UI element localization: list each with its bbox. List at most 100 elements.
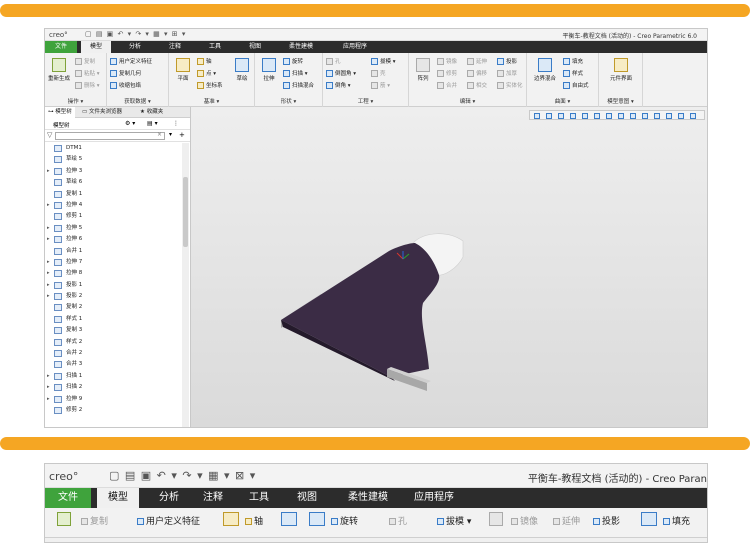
scrollbar-thumb[interactable]	[183, 177, 188, 247]
tree-search-input[interactable]	[55, 132, 165, 140]
tab-view-bottom[interactable]: 视图	[289, 488, 325, 508]
intersect-button[interactable]: 相交	[467, 81, 487, 89]
swept-blend-button[interactable]: 扫描混合	[283, 81, 314, 89]
model-3d-view[interactable]	[191, 107, 708, 428]
tree-item[interactable]: ▸ 扫描 1	[45, 371, 180, 382]
shrinkwrap-button[interactable]: 收缩包络	[110, 81, 141, 89]
rib-button[interactable]: 筋 ▾	[371, 81, 390, 89]
pattern-button[interactable]: 阵列	[412, 58, 434, 82]
settings-icon[interactable]: ⚙ ▾	[125, 120, 135, 127]
group-caption[interactable]: 获取数据 ▾	[107, 97, 168, 105]
sketch-button[interactable]: 草绘	[231, 58, 253, 82]
thicken-button[interactable]: 加厚	[497, 69, 517, 77]
chevron-down-icon[interactable]: ▾	[169, 131, 172, 138]
tab-favorites[interactable]: ★ 收藏夹	[137, 107, 166, 118]
extend-button-bottom[interactable]: 延伸	[553, 514, 580, 527]
tree-item[interactable]: DTM1	[45, 143, 180, 154]
tab-folder-browser[interactable]: ▭ 文件夹浏览器	[79, 107, 125, 118]
boundary-blend-icon-bottom[interactable]	[641, 512, 659, 526]
group-caption[interactable]: 操作 ▾	[45, 97, 106, 105]
columns-icon[interactable]: ▤ ▾	[147, 120, 158, 127]
tree-item[interactable]: 样式 2	[45, 337, 180, 348]
tab-analysis[interactable]: 分析	[123, 41, 147, 53]
tab-annotate[interactable]: 注释	[163, 41, 187, 53]
pattern-icon-bottom[interactable]	[489, 512, 505, 526]
tree-item[interactable]: 草绘 6	[45, 177, 180, 188]
tab-flexible-modeling-bottom[interactable]: 柔性建模	[341, 488, 395, 508]
tab-tools[interactable]: 工具	[203, 41, 227, 53]
tab-model[interactable]: 模型	[81, 41, 111, 53]
add-icon[interactable]: +	[179, 131, 185, 139]
udf-button[interactable]: 用户定义特征	[110, 57, 152, 65]
expand-arrow-icon[interactable]: ▸	[47, 382, 53, 393]
tab-model-bottom[interactable]: 模型	[97, 488, 139, 508]
tree-item[interactable]: ▸ 投影 2	[45, 291, 180, 302]
solidify-button[interactable]: 实体化	[497, 81, 523, 89]
tab-analysis-bottom[interactable]: 分析	[151, 488, 187, 508]
tree-item[interactable]: 复制 2	[45, 302, 180, 313]
extrude-button[interactable]: 拉伸	[258, 58, 280, 82]
sketch-icon-bottom[interactable]	[281, 512, 299, 526]
filter-icon[interactable]: ▽	[47, 131, 52, 139]
tab-applications-bottom[interactable]: 应用程序	[407, 488, 461, 508]
project-button[interactable]: 投影	[497, 57, 517, 65]
trim-button[interactable]: 修剪	[437, 69, 457, 77]
tree-item[interactable]: 合并 3	[45, 359, 180, 370]
clear-icon[interactable]: ×	[157, 131, 162, 138]
copy-button-bottom[interactable]: 复制	[81, 514, 108, 527]
style-button[interactable]: 样式	[563, 69, 583, 77]
tree-item[interactable]: ▸ 拉伸 4	[45, 200, 180, 211]
merge-button[interactable]: 合并	[437, 81, 457, 89]
plane-button[interactable]: 平面	[172, 58, 194, 82]
expand-arrow-icon[interactable]: ▸	[47, 280, 53, 291]
expand-arrow-icon[interactable]: ▸	[47, 371, 53, 382]
tree-item[interactable]: 样式 1	[45, 314, 180, 325]
tab-tools-bottom[interactable]: 工具	[241, 488, 277, 508]
extend-button[interactable]: 延伸	[467, 57, 487, 65]
more-icon[interactable]: ⋮	[173, 120, 179, 127]
tree-scrollbar[interactable]	[182, 143, 189, 427]
graphics-area[interactable]	[191, 107, 707, 427]
expand-arrow-icon[interactable]: ▸	[47, 291, 53, 302]
revolve-button-bottom[interactable]: 旋转	[331, 514, 358, 527]
coordinate-system-button[interactable]: 坐标系	[197, 81, 223, 89]
freestyle-button[interactable]: 自由式	[563, 81, 589, 89]
hole-button[interactable]: 孔	[326, 57, 341, 65]
tree-item[interactable]: ▸ 拉伸 3	[45, 166, 180, 177]
tab-file-bottom[interactable]: 文件	[45, 488, 91, 508]
expand-arrow-icon[interactable]: ▸	[47, 200, 53, 211]
sweep-button[interactable]: 扫描 ▾	[283, 69, 308, 77]
group-caption[interactable]: 曲面 ▾	[527, 97, 598, 105]
boundary-blend-button[interactable]: 边界混合	[530, 58, 560, 82]
tree-item[interactable]: ▸ 拉伸 7	[45, 257, 180, 268]
tree-item[interactable]: 复制 1	[45, 189, 180, 200]
tree-item[interactable]: ▸ 拉伸 9	[45, 394, 180, 405]
hole-button-bottom[interactable]: 孔	[389, 514, 407, 527]
tree-item[interactable]: ▸ 投影 1	[45, 280, 180, 291]
expand-arrow-icon[interactable]: ▸	[47, 166, 53, 177]
regenerate-icon-bottom[interactable]	[57, 512, 73, 526]
draft-button-bottom[interactable]: 拔模 ▾	[437, 514, 471, 527]
tab-applications[interactable]: 应用程序	[337, 41, 373, 53]
fill-button-bottom[interactable]: 填充	[663, 514, 690, 527]
quick-access-toolbar[interactable]: ▢ ▤ ▣ ↶ ▾ ↷ ▾ ▦ ▾ ⊞ ▾	[85, 30, 186, 38]
delete-button[interactable]: 删除 ▾	[75, 81, 100, 89]
mirror-button-bottom[interactable]: 镜像	[511, 514, 538, 527]
draft-button[interactable]: 拔模 ▾	[371, 57, 396, 65]
mirror-button[interactable]: 镜像	[437, 57, 457, 65]
tree-item[interactable]: 修剪 2	[45, 405, 180, 416]
regenerate-button[interactable]: 重新生成	[48, 58, 70, 82]
tree-item[interactable]: ▸ 拉伸 8	[45, 268, 180, 279]
group-caption[interactable]: 基准 ▾	[169, 97, 254, 105]
expand-arrow-icon[interactable]: ▸	[47, 223, 53, 234]
tree-item[interactable]: 合并 1	[45, 246, 180, 257]
copy-geometry-button[interactable]: 复制几何	[110, 69, 141, 77]
tab-model-tree[interactable]: ⊶ 模型树	[45, 107, 75, 118]
chamfer-button[interactable]: 倒角 ▾	[326, 81, 351, 89]
tree-item[interactable]: 合并 2	[45, 348, 180, 359]
tab-flexible-modeling[interactable]: 柔性建模	[283, 41, 319, 53]
shell-button[interactable]: 壳	[371, 69, 386, 77]
quick-access-toolbar-bottom[interactable]: ▢ ▤ ▣ ↶ ▾ ↷ ▾ ▦ ▾ ⊠ ▾	[109, 469, 256, 482]
tree-item[interactable]: 草绘 5	[45, 154, 180, 165]
round-button[interactable]: 倒圆角 ▾	[326, 69, 356, 77]
